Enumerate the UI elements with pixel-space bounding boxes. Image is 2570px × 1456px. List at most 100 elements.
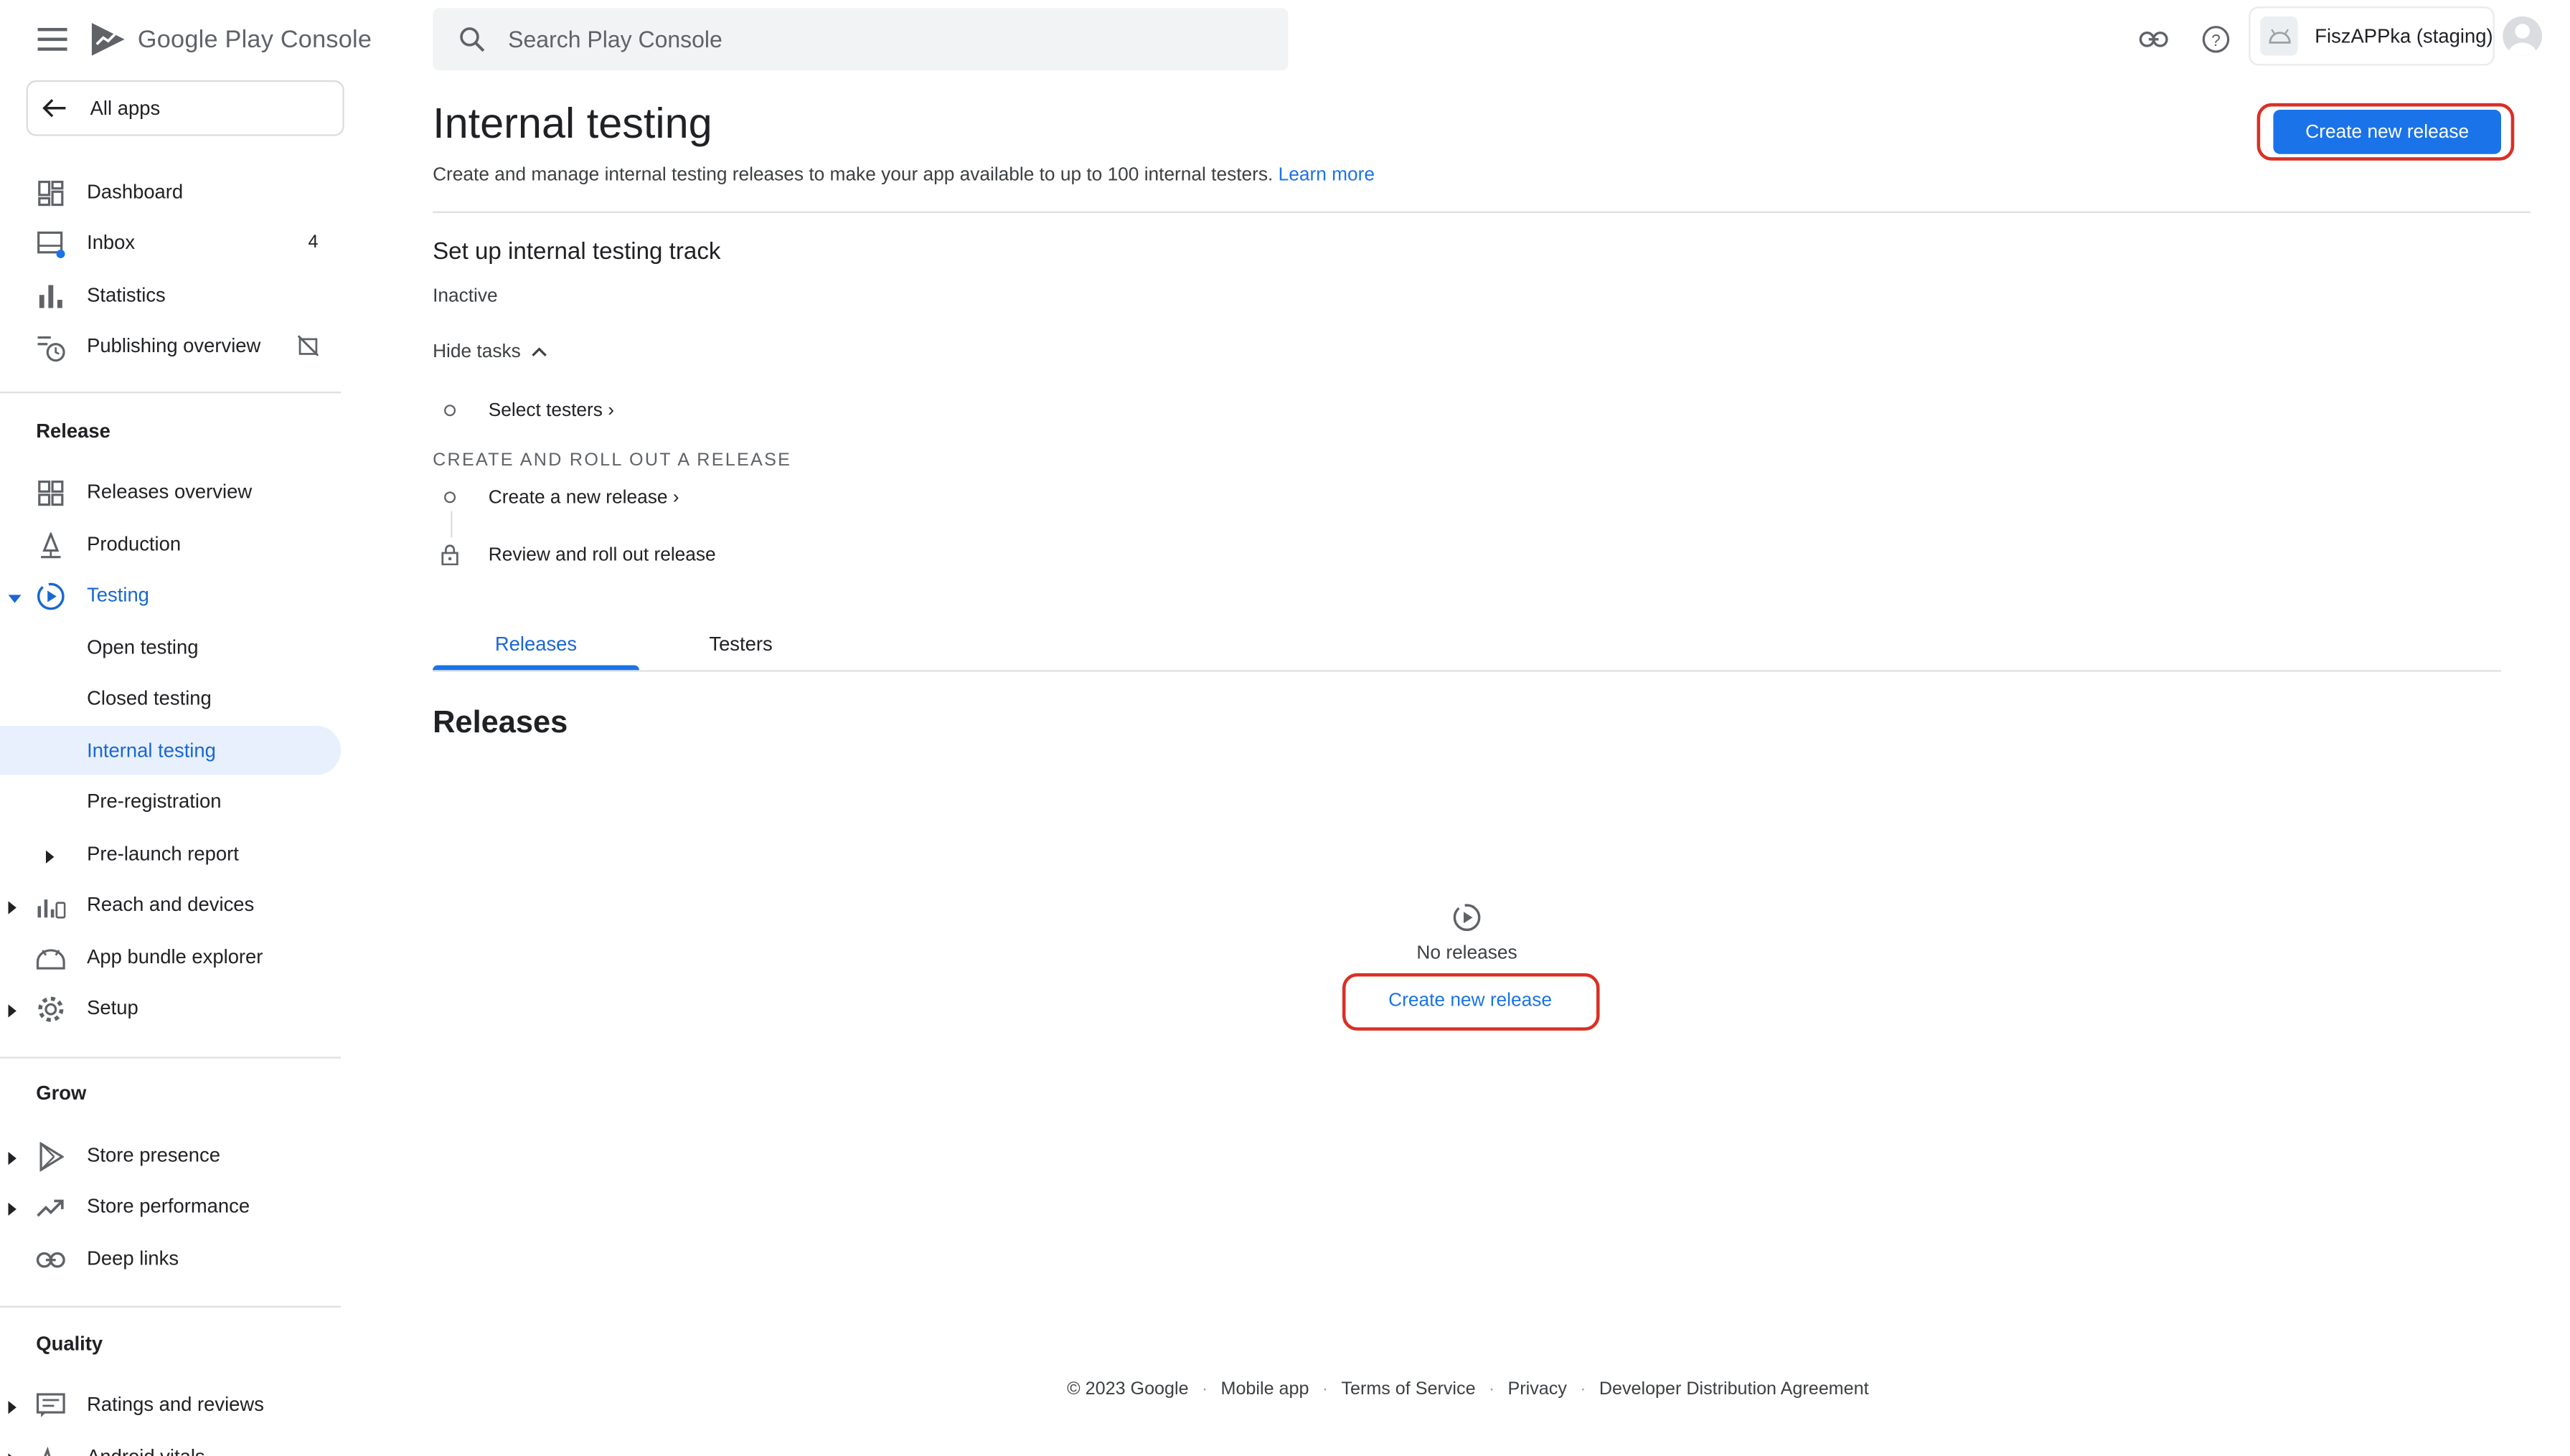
menu-icon[interactable]: [33, 19, 72, 59]
sidebar-item-label: Deep links: [87, 1247, 179, 1270]
chevron-up-icon: [531, 347, 547, 356]
play-store-icon: [36, 1142, 65, 1172]
link-icon[interactable]: [2134, 19, 2173, 59]
arrow-back-icon: [42, 99, 66, 118]
active-tab-indicator: [433, 665, 639, 671]
lock-icon: [441, 544, 459, 570]
sidebar-item-setup[interactable]: Setup: [0, 983, 341, 1033]
sidebar-divider: [0, 1305, 342, 1308]
sidebar-item-publishing-overview[interactable]: Publishing overview: [0, 321, 341, 371]
search-icon: [460, 27, 485, 52]
tab-testers[interactable]: Testers: [656, 633, 827, 656]
learn-more-link[interactable]: Learn more: [1279, 166, 1375, 185]
sidebar-item-label: Android vitals: [87, 1445, 205, 1456]
header-divider: [433, 211, 2531, 213]
sidebar-divider: [0, 1056, 342, 1059]
sidebar-item-label: Closed testing: [87, 686, 212, 710]
sidebar-item-open-testing[interactable]: Open testing: [0, 623, 341, 672]
sidebar-item-app-bundle-explorer[interactable]: App bundle explorer: [0, 932, 341, 982]
sidebar-item-reach-and-devices[interactable]: Reach and devices: [0, 880, 341, 930]
sidebar-item-ratings-and-reviews[interactable]: Ratings and reviews: [0, 1379, 341, 1429]
sidebar-item-internal-testing[interactable]: Internal testing: [0, 725, 342, 775]
publishing-schedule-icon: [36, 333, 65, 362]
search-bar[interactable]: [433, 8, 1289, 71]
sidebar-item-releases-overview[interactable]: Releases overview: [0, 467, 341, 516]
footer-link-terms[interactable]: Terms of Service: [1341, 1379, 1475, 1399]
page-description: Create and manage internal testing relea…: [433, 166, 1375, 185]
task-pending-icon: [444, 405, 456, 417]
expand-down-icon: [8, 587, 22, 610]
sidebar-item-deep-links[interactable]: Deep links: [0, 1234, 341, 1283]
footer-link-mobile-app[interactable]: Mobile app: [1221, 1379, 1309, 1399]
sidebar-item-testing[interactable]: Testing: [0, 570, 341, 620]
gear-icon: [36, 995, 65, 1024]
footer-link-dda[interactable]: Developer Distribution Agreement: [1599, 1379, 1869, 1399]
sidebar-item-label: Pre-launch report: [87, 842, 239, 866]
task-section-label: CREATE AND ROLL OUT A RELEASE: [433, 450, 792, 471]
dashboard-icon: [36, 179, 65, 208]
releases-overview-icon: [36, 478, 65, 508]
managed-publishing-off-icon[interactable]: [296, 334, 319, 362]
reviews-icon: [36, 1391, 65, 1420]
android-app-icon: [2260, 16, 2299, 56]
sidebar-item-production[interactable]: Production: [0, 519, 341, 569]
expand-right-icon: [8, 1147, 18, 1170]
sidebar-item-pre-launch-report[interactable]: Pre-launch report: [0, 829, 341, 879]
sidebar-item-pre-registration[interactable]: Pre-registration: [0, 777, 341, 826]
task-label: Create a new release ›: [488, 488, 679, 509]
task-select-testers[interactable]: Select testers ›: [433, 397, 761, 426]
sidebar-item-label: Pre-registration: [87, 790, 222, 813]
sidebar-item-label: Store presence: [87, 1143, 221, 1167]
task-create-release[interactable]: Create a new release ›: [433, 483, 761, 513]
sidebar-item-label: Open testing: [87, 635, 199, 659]
sidebar-item-store-performance[interactable]: Store performance: [0, 1181, 341, 1231]
sidebar-item-label: Ratings and reviews: [87, 1392, 264, 1416]
sidebar-section-grow: Grow: [36, 1081, 87, 1105]
task-pending-icon: [444, 491, 456, 504]
task-connector: [450, 511, 452, 538]
inbox-icon: [36, 230, 65, 259]
help-icon[interactable]: ?: [2196, 19, 2236, 59]
inbox-count-badge: 4: [308, 232, 319, 252]
tab-releases[interactable]: Releases: [433, 633, 639, 656]
footer: © 2023 Google · Mobile app · Terms of Se…: [1067, 1379, 1869, 1399]
all-apps-label: All apps: [90, 96, 161, 120]
sidebar-item-inbox[interactable]: Inbox 4: [0, 218, 341, 268]
footer-copyright: © 2023 Google: [1067, 1379, 1189, 1399]
sidebar-item-label: App bundle explorer: [87, 945, 263, 969]
sidebar-item-statistics[interactable]: Statistics: [0, 270, 341, 320]
sidebar-item-label: Production: [87, 532, 182, 556]
sidebar-item-label: Inbox: [87, 231, 136, 255]
app-switcher[interactable]: FiszAPPka (staging): [2249, 6, 2495, 66]
task-review-rollout: Review and roll out release: [433, 541, 794, 570]
expand-right-icon: [8, 1396, 18, 1419]
account-avatar[interactable]: [2503, 16, 2543, 56]
sidebar-item-label: Testing: [87, 583, 149, 607]
svg-text:?: ?: [2211, 31, 2221, 49]
sidebar-item-label: Setup: [87, 996, 138, 1019]
hide-tasks-label: Hide tasks: [433, 342, 521, 362]
play-console-logo-icon: [91, 22, 125, 56]
app-bundle-icon: [36, 944, 65, 973]
sidebar-item-android-vitals[interactable]: Android vitals: [0, 1432, 341, 1456]
hide-tasks-toggle[interactable]: Hide tasks: [433, 342, 547, 362]
sidebar-item-label: Releases overview: [87, 480, 253, 504]
highlight-annotation: [2256, 103, 2515, 161]
expand-right-icon: [8, 1198, 18, 1221]
empty-state-text: No releases: [1416, 943, 1517, 964]
brand-logo[interactable]: Google Play Console: [88, 18, 372, 60]
testing-release-icon: [1453, 904, 1481, 932]
expand-right-icon: [8, 1448, 18, 1456]
sidebar-item-dashboard[interactable]: Dashboard: [0, 167, 341, 217]
sidebar-item-label: Dashboard: [87, 180, 184, 204]
footer-link-privacy[interactable]: Privacy: [1508, 1379, 1567, 1399]
sidebar-item-closed-testing[interactable]: Closed testing: [0, 673, 341, 723]
expand-right-icon: [8, 897, 18, 920]
sidebar-item-label: Internal testing: [87, 739, 216, 762]
all-apps-button[interactable]: All apps: [26, 80, 344, 136]
task-label: Select testers ›: [488, 401, 614, 422]
page-description-text: Create and manage internal testing relea…: [433, 165, 1274, 186]
search-input[interactable]: [508, 26, 1230, 53]
sidebar-section-quality: Quality: [36, 1332, 103, 1356]
sidebar-item-store-presence[interactable]: Store presence: [0, 1130, 341, 1180]
